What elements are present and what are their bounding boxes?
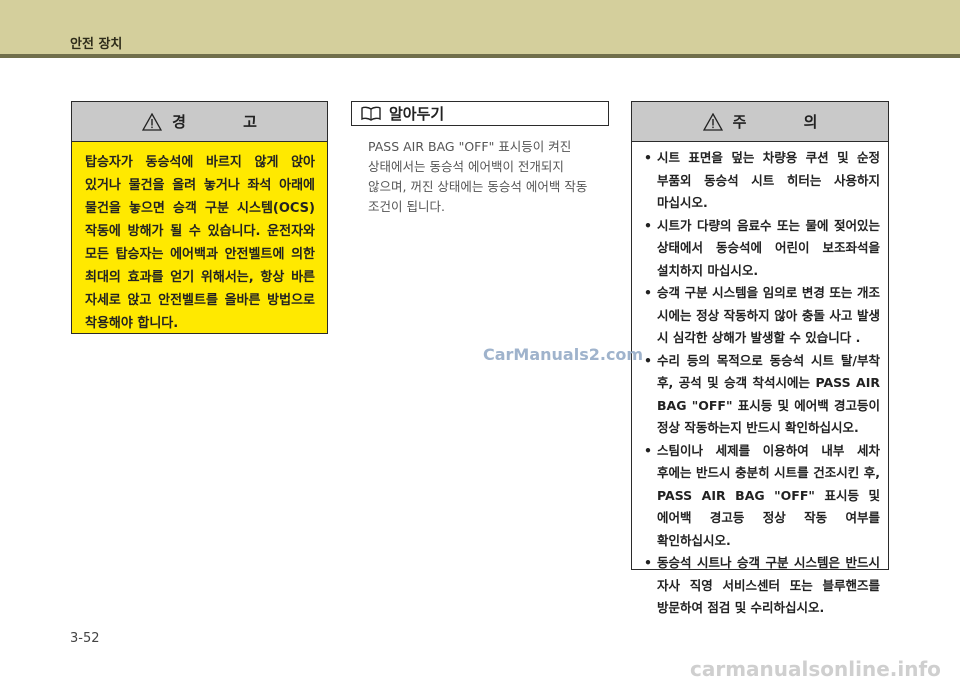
list-item-text: 승객 구분 시스템을 임의로 변경 또는 개조 시에는 정상 작동하지 않아 충… <box>657 285 880 345</box>
bullet: • <box>644 285 652 300</box>
bullet: • <box>644 442 652 458</box>
footer-site-link[interactable]: carmanualsonline.info <box>690 657 941 681</box>
list-item-text: 동승석 시트나 승객 구분 시스템은 반드시 자사 직영 서비스센터 또는 블루… <box>657 555 880 615</box>
info-text: PASS AIR BAG "OFF" 표시등이 켜진 상태에서는 동승석 에어백… <box>368 139 588 214</box>
info-header: 알아두기 <box>351 101 609 126</box>
list-item: • 스팀이나 세제를 이용하여 내부 세차 후에는 반드시 충분히 시트를 건조시… <box>643 440 880 553</box>
warning-header: 경 고 <box>72 102 327 142</box>
list-item: • 수리 등의 목적으로 동승석 시트 탈/부착 후, 공석 및 승객 착석시에는… <box>643 350 880 440</box>
header-band <box>0 0 960 54</box>
warning-text: 탑승자가 동승석에 바르지 않게 앉아 있거나 물건을 올려 놓거나 좌석 아래… <box>85 155 315 331</box>
list-item: • 시트가 다량의 음료수 또는 물에 젖어있는 상태에서 동승석에 어린이 보조… <box>643 215 880 283</box>
warning-title: 경 고 <box>172 113 283 131</box>
page-number: 3-52 <box>70 631 100 646</box>
list-item: • 동승석 시트나 승객 구분 시스템은 반드시 자사 직영 서비스센터 또는 블… <box>643 552 880 620</box>
list-item-text: 수리 등의 목적으로 동승석 시트 탈/부착 후, 공석 및 승객 착석시에는 … <box>657 352 880 436</box>
section-title: 안전 장치 <box>70 37 123 52</box>
list-item-text: 스팀이나 세제를 이용하여 내부 세차 후에는 반드시 충분히 시트를 건조시킨… <box>657 442 880 548</box>
caution-title: 주 의 <box>732 113 844 131</box>
caution-list: • 시트 표면을 덮는 차량용 쿠션 및 순정 부품외 동승석 시트 히터는 사용… <box>632 142 888 620</box>
bullet: • <box>644 555 652 570</box>
warning-triangle-icon <box>702 112 723 131</box>
info-title: 알아두기 <box>389 105 445 123</box>
bullet: • <box>644 150 652 165</box>
open-book-icon <box>361 106 381 121</box>
bullet: • <box>644 217 652 233</box>
list-item: • 시트 표면을 덮는 차량용 쿠션 및 순정 부품외 동승석 시트 히터는 사용… <box>643 147 880 215</box>
caution-header: 주 의 <box>632 102 888 142</box>
warning-triangle-icon <box>142 112 163 131</box>
bullet: • <box>644 352 652 368</box>
warning-box: 경 고 탑승자가 동승석에 바르지 않게 앉아 있거나 물건을 올려 놓거나 좌… <box>71 101 328 334</box>
list-item-text: 시트 표면을 덮는 차량용 쿠션 및 순정 부품외 동승석 시트 히터는 사용하… <box>657 150 880 210</box>
watermark-link[interactable]: CarManuals2.com <box>483 345 643 364</box>
list-item-text: 시트가 다량의 음료수 또는 물에 젖어있는 상태에서 동승석에 어린이 보조좌… <box>657 217 880 278</box>
caution-box: 주 의 • 시트 표면을 덮는 차량용 쿠션 및 순정 부품외 동승석 시트 히터… <box>631 101 889 615</box>
header-rule <box>0 54 960 58</box>
list-item: • 승객 구분 시스템을 임의로 변경 또는 개조 시에는 정상 작동하지 않아 … <box>643 282 880 350</box>
